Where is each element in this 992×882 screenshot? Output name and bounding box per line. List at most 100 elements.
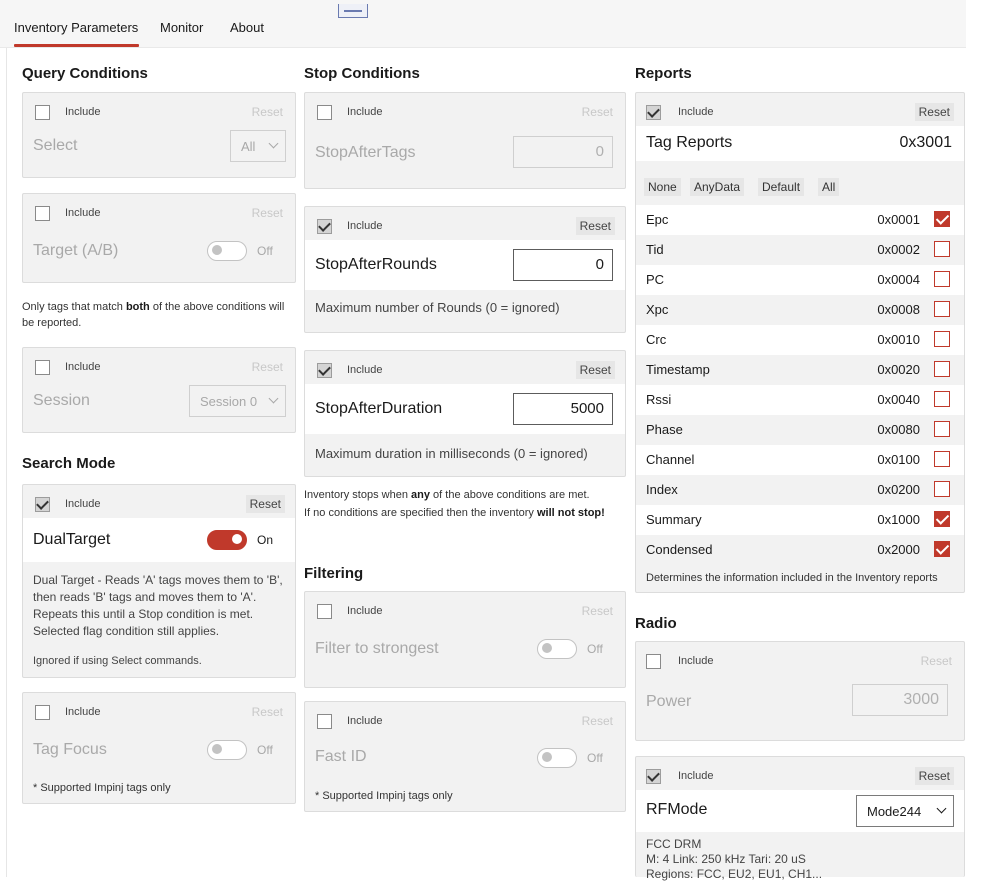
report-item[interactable]: Timestamp 0x0020	[636, 355, 964, 385]
target-label: Target (A/B)	[33, 242, 119, 259]
stop-after-tags-input[interactable]: 0	[513, 136, 613, 168]
rfmode-dropdown[interactable]: Mode244	[856, 795, 954, 827]
tag-focus-include-checkbox[interactable]	[35, 705, 50, 720]
tab-inventory-parameters[interactable]: Inventory Parameters	[14, 20, 138, 35]
report-checkbox[interactable]	[934, 481, 950, 497]
fast-id-reset-button[interactable]: Reset	[582, 714, 613, 728]
power-include-checkbox[interactable]	[646, 654, 661, 669]
stop-after-duration-reset-button[interactable]: Reset	[575, 361, 615, 379]
report-item[interactable]: Rssi 0x0040	[636, 385, 964, 415]
rfmode-row: RFMode Mode244	[636, 790, 964, 832]
preset-none-button[interactable]: None	[644, 178, 681, 196]
dual-target-note: Ignored if using Select commands.	[33, 655, 202, 667]
stop-after-tags-reset-button[interactable]: Reset	[582, 105, 613, 119]
rfmode-reset-button[interactable]: Reset	[914, 767, 954, 785]
session-include-checkbox[interactable]	[35, 360, 50, 375]
report-item[interactable]: Index 0x0200	[636, 475, 964, 505]
report-item[interactable]: Channel 0x0100	[636, 445, 964, 475]
preset-default-button[interactable]: Default	[758, 178, 805, 196]
session-dropdown[interactable]: Session 0	[189, 385, 286, 417]
report-item[interactable]: Crc 0x0010	[636, 325, 964, 355]
menu-icon[interactable]	[338, 4, 368, 18]
report-checkbox[interactable]	[934, 511, 950, 527]
include-label: Include	[65, 207, 101, 219]
report-item[interactable]: Epc 0x0001	[636, 205, 964, 235]
report-checkbox[interactable]	[934, 211, 950, 227]
stop-after-duration-include-checkbox[interactable]	[317, 363, 332, 378]
power-reset-button[interactable]: Reset	[921, 654, 952, 668]
stop-after-rounds-reset-button[interactable]: Reset	[575, 217, 615, 235]
report-item[interactable]: Phase 0x0080	[636, 415, 964, 445]
fast-id-toggle[interactable]	[537, 748, 577, 768]
include-label: Include	[65, 706, 101, 718]
target-reset-button[interactable]: Reset	[252, 206, 283, 220]
select-include-checkbox[interactable]	[35, 105, 50, 120]
dual-target-label: DualTarget	[33, 531, 111, 548]
report-checkbox[interactable]	[934, 421, 950, 437]
include-label: Include	[347, 715, 383, 727]
report-checkbox[interactable]	[934, 241, 950, 257]
select-dropdown[interactable]: All	[230, 130, 286, 162]
report-checkbox[interactable]	[934, 361, 950, 377]
tag-reports-value: 0x3001	[899, 134, 953, 151]
report-checkbox[interactable]	[934, 331, 950, 347]
stop-after-rounds-input[interactable]: 0	[513, 249, 613, 281]
report-checkbox[interactable]	[934, 541, 950, 557]
filter-strongest-reset-button[interactable]: Reset	[582, 604, 613, 618]
preset-anydata-button[interactable]: AnyData	[690, 178, 745, 196]
tag-focus-reset-button[interactable]: Reset	[252, 705, 283, 719]
report-item[interactable]: PC 0x0004	[636, 265, 964, 295]
rfmode-include-checkbox[interactable]	[646, 769, 661, 784]
stop-after-tags-include-checkbox[interactable]	[317, 105, 332, 120]
dual-target-toggle-state: On	[257, 533, 274, 547]
power-label: Power	[646, 693, 692, 710]
stop-after-rounds-include-checkbox[interactable]	[317, 219, 332, 234]
chevron-down-icon	[268, 138, 279, 149]
fast-id-note: * Supported Impinj tags only	[315, 790, 453, 802]
report-checkbox[interactable]	[934, 391, 950, 407]
report-item[interactable]: Xpc 0x0008	[636, 295, 964, 325]
rfmode-card: Include Reset RFMode Mode244 FCC DRM M: …	[635, 756, 965, 881]
target-toggle[interactable]	[207, 241, 247, 261]
dual-target-include-checkbox[interactable]	[35, 497, 50, 512]
target-card: Include Reset Target (A/B) Off	[22, 193, 296, 283]
tab-monitor[interactable]: Monitor	[160, 20, 203, 35]
target-include-checkbox[interactable]	[35, 206, 50, 221]
session-label: Session	[33, 392, 90, 409]
report-checkbox[interactable]	[934, 271, 950, 287]
select-card: Include Reset Select All	[22, 92, 296, 178]
search-mode-title: Search Mode	[22, 455, 116, 472]
filter-strongest-toggle[interactable]	[537, 639, 577, 659]
reports-include-checkbox[interactable]	[646, 105, 661, 120]
dual-target-description: Dual Target - Reads 'A' tags moves them …	[33, 573, 283, 638]
select-label: Select	[33, 137, 78, 154]
reports-reset-button[interactable]: Reset	[914, 103, 954, 121]
tag-focus-toggle[interactable]	[207, 740, 247, 760]
rfmode-label: RFMode	[646, 801, 708, 818]
radio-title: Radio	[635, 615, 677, 632]
report-item[interactable]: Summary 0x1000	[636, 505, 964, 535]
fast-id-include-checkbox[interactable]	[317, 714, 332, 729]
preset-all-button[interactable]: All	[818, 178, 840, 196]
filtering-title: Filtering	[304, 565, 364, 582]
report-checkbox[interactable]	[934, 301, 950, 317]
reports-card: Include Reset Tag Reports 0x3001 None An…	[635, 92, 965, 593]
power-input[interactable]: 3000	[852, 684, 948, 716]
include-label: Include	[678, 770, 714, 782]
report-item[interactable]: Condensed 0x2000	[636, 535, 964, 565]
stop-after-rounds-row: StopAfterRounds 0	[305, 240, 625, 290]
dual-target-reset-button[interactable]: Reset	[245, 495, 285, 513]
dual-target-toggle[interactable]	[207, 530, 247, 550]
report-checkbox[interactable]	[934, 451, 950, 467]
report-item[interactable]: Tid 0x0002	[636, 235, 964, 265]
filter-strongest-toggle-state: Off	[587, 642, 603, 656]
filter-strongest-card: Include Reset Filter to strongest Off	[304, 591, 626, 688]
query-conditions-title: Query Conditions	[22, 65, 148, 82]
dual-target-card: Include Reset DualTarget On Dual Target …	[22, 484, 296, 678]
select-reset-button[interactable]: Reset	[252, 105, 283, 119]
stop-after-duration-input[interactable]: 5000	[513, 393, 613, 425]
tag-reports-row: Tag Reports 0x3001	[636, 126, 964, 161]
tab-about[interactable]: About	[230, 20, 264, 35]
filter-strongest-include-checkbox[interactable]	[317, 604, 332, 619]
session-reset-button[interactable]: Reset	[252, 360, 283, 374]
